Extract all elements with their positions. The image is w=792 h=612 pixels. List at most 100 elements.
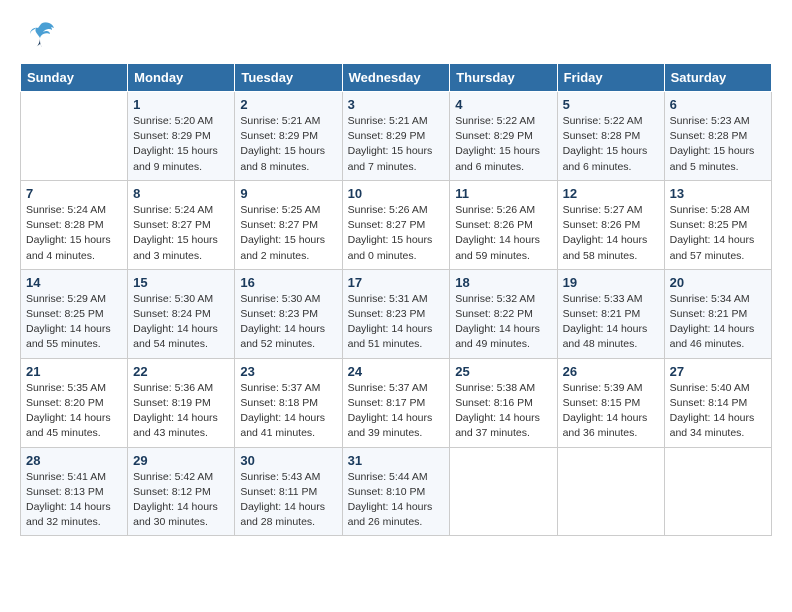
day-info: Sunrise: 5:22 AMSunset: 8:29 PMDaylight:…: [455, 114, 551, 175]
calendar-cell: [450, 447, 557, 536]
calendar-week-row: 7Sunrise: 5:24 AMSunset: 8:28 PMDaylight…: [21, 180, 772, 269]
day-number: 19: [563, 275, 659, 290]
calendar-cell: 11Sunrise: 5:26 AMSunset: 8:26 PMDayligh…: [450, 180, 557, 269]
calendar-cell: 21 Sunrise: 5:35 AMSunset: 8:20 PMDayligh…: [21, 358, 128, 447]
day-info: Sunrise: 5:27 AMSunset: 8:26 PMDaylight:…: [563, 203, 659, 264]
day-number: 7: [26, 186, 122, 201]
header-tuesday: Tuesday: [235, 64, 342, 92]
day-info: Sunrise: 5:31 AMSunset: 8:23 PMDaylight:…: [348, 292, 445, 353]
day-info: Sunrise: 5:21 AMSunset: 8:29 PMDaylight:…: [348, 114, 445, 175]
header-friday: Friday: [557, 64, 664, 92]
day-info: Sunrise: 5:42 AMSunset: 8:12 PMDaylight:…: [133, 470, 229, 531]
calendar-cell: 31 Sunrise: 5:44 AMSunset: 8:10 PMDayligh…: [342, 447, 450, 536]
calendar-cell: 19 Sunrise: 5:33 AMSunset: 8:21 PMDayligh…: [557, 269, 664, 358]
day-info: Sunrise: 5:30 AMSunset: 8:23 PMDaylight:…: [240, 292, 336, 353]
day-info: Sunrise: 5:39 AMSunset: 8:15 PMDaylight:…: [563, 381, 659, 442]
calendar-cell: 30 Sunrise: 5:43 AMSunset: 8:11 PMDayligh…: [235, 447, 342, 536]
calendar-cell: [21, 92, 128, 181]
day-info: Sunrise: 5:41 AMSunset: 8:13 PMDaylight:…: [26, 470, 122, 531]
calendar-cell: 7Sunrise: 5:24 AMSunset: 8:28 PMDaylight…: [21, 180, 128, 269]
day-number: 1: [133, 97, 229, 112]
day-number: 23: [240, 364, 336, 379]
calendar-cell: 12 Sunrise: 5:27 AMSunset: 8:26 PMDayligh…: [557, 180, 664, 269]
calendar-cell: 26 Sunrise: 5:39 AMSunset: 8:15 PMDayligh…: [557, 358, 664, 447]
logo-bird-icon: [26, 20, 56, 53]
day-info: Sunrise: 5:25 AMSunset: 8:27 PMDaylight:…: [240, 203, 336, 264]
day-number: 26: [563, 364, 659, 379]
header-wednesday: Wednesday: [342, 64, 450, 92]
calendar-cell: [557, 447, 664, 536]
day-number: 5: [563, 97, 659, 112]
calendar-cell: 20 Sunrise: 5:34 AMSunset: 8:21 PMDayligh…: [664, 269, 771, 358]
calendar-cell: 17 Sunrise: 5:31 AMSunset: 8:23 PMDayligh…: [342, 269, 450, 358]
day-info: Sunrise: 5:35 AMSunset: 8:20 PMDaylight:…: [26, 381, 122, 442]
day-number: 14: [26, 275, 122, 290]
day-info: Sunrise: 5:43 AMSunset: 8:11 PMDaylight:…: [240, 470, 336, 531]
day-info: Sunrise: 5:37 AMSunset: 8:17 PMDaylight:…: [348, 381, 445, 442]
day-number: 16: [240, 275, 336, 290]
day-info: Sunrise: 5:30 AMSunset: 8:24 PMDaylight:…: [133, 292, 229, 353]
day-number: 4: [455, 97, 551, 112]
day-number: 20: [670, 275, 766, 290]
calendar-cell: 2 Sunrise: 5:21 AMSunset: 8:29 PMDaylight…: [235, 92, 342, 181]
day-number: 30: [240, 453, 336, 468]
day-number: 18: [455, 275, 551, 290]
day-number: 8: [133, 186, 229, 201]
calendar-cell: 29 Sunrise: 5:42 AMSunset: 8:12 PMDayligh…: [128, 447, 235, 536]
day-info: Sunrise: 5:26 AMSunset: 8:26 PMDaylight:…: [455, 203, 551, 264]
calendar-cell: 4 Sunrise: 5:22 AMSunset: 8:29 PMDaylight…: [450, 92, 557, 181]
header-sunday: Sunday: [21, 64, 128, 92]
day-number: 21: [26, 364, 122, 379]
day-info: Sunrise: 5:32 AMSunset: 8:22 PMDaylight:…: [455, 292, 551, 353]
calendar-table: SundayMondayTuesdayWednesdayThursdayFrid…: [20, 63, 772, 536]
day-number: 10: [348, 186, 445, 201]
calendar-cell: 1 Sunrise: 5:20 AMSunset: 8:29 PMDaylight…: [128, 92, 235, 181]
day-number: 6: [670, 97, 766, 112]
day-info: Sunrise: 5:24 AMSunset: 8:27 PMDaylight:…: [133, 203, 229, 264]
calendar-cell: 25 Sunrise: 5:38 AMSunset: 8:16 PMDayligh…: [450, 358, 557, 447]
day-number: 22: [133, 364, 229, 379]
day-number: 25: [455, 364, 551, 379]
calendar-week-row: 14Sunrise: 5:29 AMSunset: 8:25 PMDayligh…: [21, 269, 772, 358]
day-number: 17: [348, 275, 445, 290]
day-info: Sunrise: 5:34 AMSunset: 8:21 PMDaylight:…: [670, 292, 766, 353]
day-info: Sunrise: 5:40 AMSunset: 8:14 PMDaylight:…: [670, 381, 766, 442]
day-number: 28: [26, 453, 122, 468]
header-saturday: Saturday: [664, 64, 771, 92]
day-info: Sunrise: 5:38 AMSunset: 8:16 PMDaylight:…: [455, 381, 551, 442]
calendar-cell: 3 Sunrise: 5:21 AMSunset: 8:29 PMDaylight…: [342, 92, 450, 181]
day-info: Sunrise: 5:44 AMSunset: 8:10 PMDaylight:…: [348, 470, 445, 531]
calendar-cell: 15 Sunrise: 5:30 AMSunset: 8:24 PMDayligh…: [128, 269, 235, 358]
calendar-cell: 27Sunrise: 5:40 AMSunset: 8:14 PMDayligh…: [664, 358, 771, 447]
calendar-cell: 8 Sunrise: 5:24 AMSunset: 8:27 PMDaylight…: [128, 180, 235, 269]
calendar-cell: 28 Sunrise: 5:41 AMSunset: 8:13 PMDayligh…: [21, 447, 128, 536]
calendar-cell: 10 Sunrise: 5:26 AMSunset: 8:27 PMDayligh…: [342, 180, 450, 269]
calendar-cell: 22Sunrise: 5:36 AMSunset: 8:19 PMDayligh…: [128, 358, 235, 447]
calendar-cell: 13 Sunrise: 5:28 AMSunset: 8:25 PMDayligh…: [664, 180, 771, 269]
calendar-cell: [664, 447, 771, 536]
header-monday: Monday: [128, 64, 235, 92]
calendar-cell: 23Sunrise: 5:37 AMSunset: 8:18 PMDayligh…: [235, 358, 342, 447]
calendar-week-row: 28 Sunrise: 5:41 AMSunset: 8:13 PMDayligh…: [21, 447, 772, 536]
calendar-cell: 18 Sunrise: 5:32 AMSunset: 8:22 PMDayligh…: [450, 269, 557, 358]
day-info: Sunrise: 5:26 AMSunset: 8:27 PMDaylight:…: [348, 203, 445, 264]
day-number: 29: [133, 453, 229, 468]
day-number: 15: [133, 275, 229, 290]
day-info: Sunrise: 5:22 AMSunset: 8:28 PMDaylight:…: [563, 114, 659, 175]
calendar-header-row: SundayMondayTuesdayWednesdayThursdayFrid…: [21, 64, 772, 92]
day-number: 31: [348, 453, 445, 468]
day-number: 24: [348, 364, 445, 379]
day-info: Sunrise: 5:33 AMSunset: 8:21 PMDaylight:…: [563, 292, 659, 353]
calendar-cell: 6 Sunrise: 5:23 AMSunset: 8:28 PMDaylight…: [664, 92, 771, 181]
day-info: Sunrise: 5:28 AMSunset: 8:25 PMDaylight:…: [670, 203, 766, 264]
day-info: Sunrise: 5:21 AMSunset: 8:29 PMDaylight:…: [240, 114, 336, 175]
calendar-cell: 5 Sunrise: 5:22 AMSunset: 8:28 PMDaylight…: [557, 92, 664, 181]
calendar-cell: 14Sunrise: 5:29 AMSunset: 8:25 PMDayligh…: [21, 269, 128, 358]
day-number: 2: [240, 97, 336, 112]
calendar-cell: 9Sunrise: 5:25 AMSunset: 8:27 PMDaylight…: [235, 180, 342, 269]
day-number: 3: [348, 97, 445, 112]
day-number: 13: [670, 186, 766, 201]
day-number: 12: [563, 186, 659, 201]
day-info: Sunrise: 5:23 AMSunset: 8:28 PMDaylight:…: [670, 114, 766, 175]
day-info: Sunrise: 5:20 AMSunset: 8:29 PMDaylight:…: [133, 114, 229, 175]
